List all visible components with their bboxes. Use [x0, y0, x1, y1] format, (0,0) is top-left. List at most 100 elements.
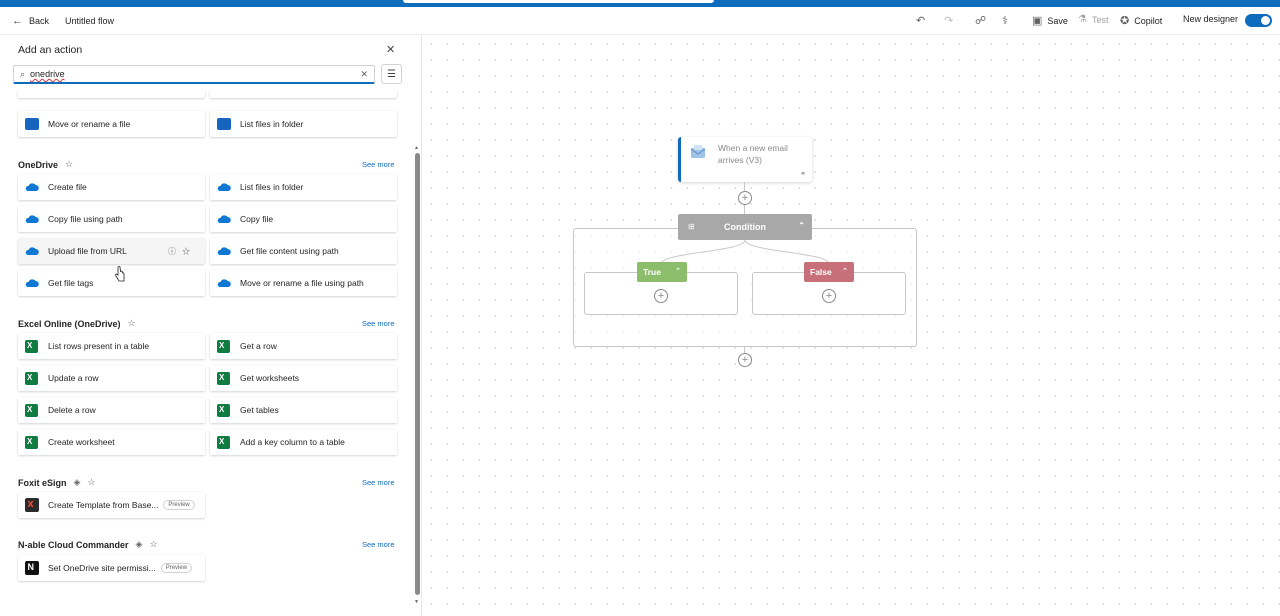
- action-card[interactable]: List files in folder: [210, 174, 397, 200]
- scroll-thumb[interactable]: [415, 153, 420, 595]
- copilot-button[interactable]: ✪ Copilot: [1120, 14, 1162, 27]
- undo-icon[interactable]: ↶: [916, 14, 925, 27]
- star-icon[interactable]: ☆: [65, 159, 73, 170]
- preview-badge: Preview: [160, 563, 193, 573]
- star-icon[interactable]: ☆: [128, 318, 136, 329]
- designer-header: ← Back Untitled flow ↶ ↷ ☍ ⚕ ▣ Save ⚗ Te…: [0, 7, 1280, 35]
- action-card[interactable]: Get file tags: [18, 270, 205, 296]
- excel-icon: [216, 435, 231, 449]
- action-label: Get file content using path: [240, 246, 339, 256]
- action-card[interactable]: Set OneDrive site permissi... Preview: [18, 555, 205, 581]
- chevron-up-icon[interactable]: ⌃: [842, 267, 848, 275]
- add-step-plus-icon[interactable]: +: [738, 353, 752, 367]
- action-card[interactable]: Copy file: [210, 206, 397, 232]
- action-card[interactable]: Get tables: [210, 397, 397, 423]
- onedrive-cloud-icon: [216, 245, 231, 257]
- action-card[interactable]: Delete a row: [18, 397, 205, 423]
- onedrive-cloud-icon: [216, 277, 231, 289]
- excel-icon: [24, 371, 39, 385]
- action-card[interactable]: Get file content using path: [210, 238, 397, 264]
- see-more-link[interactable]: See more: [362, 478, 395, 487]
- test-button[interactable]: ⚗ Test: [1078, 14, 1108, 25]
- action-label: Set OneDrive site permissi...: [48, 563, 156, 573]
- filter-button[interactable]: ☰: [381, 64, 402, 84]
- add-step-plus-icon[interactable]: +: [738, 191, 752, 205]
- action-label: Get a row: [240, 341, 277, 351]
- action-label: Copy file using path: [48, 214, 123, 224]
- section-title-onedrive: OneDrive ☆: [18, 159, 73, 170]
- section-title-excel: Excel Online (OneDrive) ☆: [18, 318, 136, 329]
- see-more-link[interactable]: See more: [362, 540, 395, 549]
- action-card[interactable]: Create file: [18, 174, 205, 200]
- clear-search-icon[interactable]: ✕: [360, 69, 368, 80]
- excel-icon: [24, 435, 39, 449]
- onedrive-cloud-icon: [216, 213, 231, 225]
- action-label: List files in folder: [240, 119, 304, 129]
- flow-checker-icon[interactable]: ⚕: [1002, 14, 1008, 27]
- see-more-link[interactable]: See more: [362, 160, 395, 169]
- onedrive-business-icon: [216, 118, 231, 130]
- action-list: Move or rename a file List files in fold…: [0, 91, 412, 616]
- top-pill: [403, 0, 714, 3]
- action-label: Upload file from URL: [48, 246, 127, 256]
- action-card[interactable]: List files in folder: [210, 111, 397, 137]
- test-flask-icon: ⚗: [1078, 14, 1087, 25]
- action-label: Update a row: [48, 373, 99, 383]
- action-card[interactable]: Create worksheet: [18, 429, 205, 455]
- trigger-card[interactable]: When a new email arrives (V3) ⚭: [678, 137, 812, 182]
- add-true-step-plus-icon[interactable]: +: [654, 289, 668, 303]
- condition-header[interactable]: ⊞ Condition ⌃: [678, 214, 812, 240]
- chevron-up-icon[interactable]: ⌃: [675, 267, 681, 275]
- action-card[interactable]: Get a row: [210, 333, 397, 359]
- condition-icon: ⊞: [688, 222, 695, 231]
- excel-icon: [216, 403, 231, 417]
- false-tag[interactable]: False ⌃: [804, 262, 854, 282]
- action-card[interactable]: List rows present in a table: [18, 333, 205, 359]
- action-card[interactable]: Move or rename a file: [18, 111, 205, 137]
- section-name: N-able Cloud Commander: [18, 539, 129, 550]
- action-card[interactable]: Update a row: [18, 365, 205, 391]
- action-label: Create Template from Base...: [48, 500, 159, 510]
- back-label: Back: [29, 16, 50, 26]
- action-card[interactable]: Move or rename a file using path: [210, 270, 397, 296]
- true-tag[interactable]: True ⌃: [637, 262, 687, 282]
- back-button[interactable]: ← Back: [12, 15, 49, 27]
- action-label: Create file: [48, 182, 87, 192]
- section-title-foxit: Foxit eSign ◈ ☆: [18, 477, 96, 488]
- foxit-icon: [24, 498, 39, 512]
- redo-icon[interactable]: ↷: [944, 14, 953, 27]
- action-card[interactable]: Create Template from Base... Preview: [18, 492, 205, 518]
- action-card-hovered[interactable]: Upload file from URL ⓘ☆: [18, 238, 205, 264]
- action-card[interactable]: [210, 91, 397, 98]
- search-icon: ⌕: [20, 68, 26, 79]
- section-name: OneDrive: [18, 159, 59, 170]
- action-card[interactable]: Get worksheets: [210, 365, 397, 391]
- outlook-email-icon: [690, 145, 706, 158]
- action-label: Get tables: [240, 405, 279, 415]
- action-card[interactable]: Copy file using path: [18, 206, 205, 232]
- search-input[interactable]: onedrive: [30, 69, 65, 79]
- action-label: Move or rename a file using path: [240, 278, 364, 288]
- add-false-step-plus-icon[interactable]: +: [822, 289, 836, 303]
- action-label: Add a key column to a table: [240, 437, 345, 447]
- action-card[interactable]: [18, 91, 205, 98]
- star-icon[interactable]: ☆: [149, 539, 157, 550]
- comments-icon[interactable]: ☍: [975, 14, 986, 27]
- scroll-up-icon[interactable]: ▲: [414, 145, 419, 151]
- excel-icon: [216, 339, 231, 353]
- connection-link-icon: ⚭: [800, 171, 806, 178]
- save-button[interactable]: ▣ Save: [1032, 14, 1068, 27]
- flow-name[interactable]: Untitled flow: [65, 16, 114, 26]
- scroll-down-icon[interactable]: ▼: [414, 599, 419, 605]
- new-designer-toggle[interactable]: [1245, 14, 1272, 27]
- action-card[interactable]: Add a key column to a table: [210, 429, 397, 455]
- collapse-chevron-icon[interactable]: ⌃: [798, 221, 805, 230]
- star-icon[interactable]: ☆: [87, 477, 95, 488]
- close-icon[interactable]: ✕: [386, 43, 395, 56]
- info-favorite-icons[interactable]: ⓘ☆: [168, 246, 196, 257]
- save-icon: ▣: [1032, 15, 1043, 27]
- see-more-link[interactable]: See more: [362, 319, 395, 328]
- action-label: List files in folder: [240, 182, 304, 192]
- panel-scrollbar[interactable]: ▲ ▼: [414, 93, 420, 613]
- search-box[interactable]: ⌕ onedrive ✕: [13, 65, 375, 84]
